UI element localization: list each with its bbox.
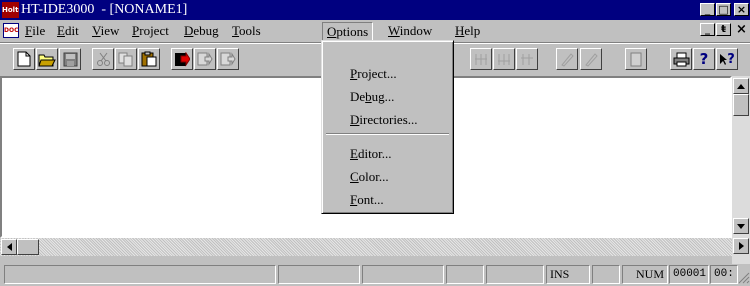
- arrow-down-icon: [737, 223, 745, 229]
- app-icon-text: Holtek: [2, 6, 19, 14]
- maximize-button[interactable]: □: [716, 3, 731, 16]
- status-pane-1: [278, 265, 360, 284]
- menu-tools[interactable]: Tools: [228, 22, 265, 40]
- maximize-icon: □: [718, 3, 729, 16]
- menu-item-color[interactable]: Color...: [350, 168, 389, 186]
- status-num: NUM: [622, 265, 668, 284]
- menu-debug[interactable]: Debug: [180, 22, 223, 40]
- status-pane-4: [486, 265, 544, 284]
- memory-button[interactable]: [625, 48, 647, 70]
- build-all-icon: [220, 51, 236, 66]
- scroll-left-button[interactable]: [1, 239, 17, 255]
- menu-item-editor[interactable]: Editor...: [350, 145, 392, 163]
- minimize-button[interactable]: _: [700, 3, 715, 16]
- clear-breakpoint-button[interactable]: [580, 48, 602, 70]
- context-help-button[interactable]: ?: [716, 48, 738, 70]
- step-over-button[interactable]: [493, 48, 515, 70]
- vertical-scroll-thumb[interactable]: [733, 94, 749, 116]
- step-out-button[interactable]: [516, 48, 538, 70]
- status-line: 00001: [669, 265, 709, 284]
- horizontal-scroll-thumb[interactable]: [17, 239, 39, 255]
- doc-restore-icon: ŧ: [721, 24, 726, 35]
- status-column: 00:: [710, 265, 738, 284]
- vertical-scrollbar[interactable]: [732, 76, 750, 264]
- help-icon: ?: [699, 50, 709, 68]
- document-icon[interactable]: DOC: [3, 23, 19, 38]
- horizontal-scrollbar[interactable]: [0, 238, 732, 256]
- close-button[interactable]: ×: [734, 3, 749, 16]
- menu-help[interactable]: Help: [451, 22, 484, 40]
- menu-item-directories[interactable]: Directories...: [350, 111, 418, 129]
- save-icon: [63, 52, 77, 66]
- open-file-button[interactable]: [36, 48, 58, 70]
- options-dropdown: Project... Debug... Directories... Edito…: [321, 40, 454, 214]
- step-into-button[interactable]: [470, 48, 492, 70]
- menu-bar: DOC File Edit View Project Debug Tools O…: [0, 21, 750, 42]
- printer-icon: [673, 52, 689, 66]
- doc-close-button[interactable]: ×: [736, 22, 747, 37]
- step-out-icon: [521, 53, 533, 65]
- save-button[interactable]: [59, 48, 81, 70]
- breakpoint-icon: [561, 52, 574, 67]
- arrow-up-icon: [737, 83, 745, 89]
- status-pane-3: [446, 265, 484, 284]
- status-caps: [592, 265, 620, 284]
- copy-icon: [118, 52, 133, 66]
- status-message: [4, 265, 276, 284]
- minimize-icon: _: [704, 3, 711, 16]
- help-button[interactable]: ?: [693, 48, 715, 70]
- menu-file[interactable]: File: [21, 22, 49, 40]
- menu-project[interactable]: Project: [128, 22, 173, 40]
- step-over-icon: [498, 53, 510, 65]
- status-pane-2: [362, 265, 444, 284]
- paste-button[interactable]: [138, 48, 160, 70]
- breakpoint-button[interactable]: [556, 48, 578, 70]
- doc-minimize-icon: _: [705, 24, 710, 35]
- status-bar: INS NUM 00001 00:: [0, 262, 750, 286]
- doc-minimize-button[interactable]: _: [700, 23, 715, 36]
- window-title: HT-IDE3000 - [NONAME1]: [21, 2, 188, 17]
- arrow-left-icon: [6, 243, 12, 251]
- cut-button[interactable]: [92, 48, 114, 70]
- menu-view[interactable]: View: [88, 22, 123, 40]
- clear-breakpoint-icon: [585, 52, 598, 67]
- step-into-icon: [475, 53, 487, 65]
- menu-item-debug[interactable]: Debug...: [350, 88, 394, 106]
- doc-restore-button[interactable]: ŧ: [716, 23, 731, 36]
- scroll-down-button[interactable]: [733, 218, 749, 234]
- menu-item-project[interactable]: Project...: [350, 65, 397, 83]
- menu-window[interactable]: Window: [384, 22, 436, 40]
- resize-grip-icon: [738, 272, 750, 284]
- memory-icon: [630, 52, 642, 66]
- copy-button[interactable]: [115, 48, 137, 70]
- new-file-icon: [17, 51, 31, 67]
- status-ins: INS: [546, 265, 590, 284]
- doc-close-icon: ×: [736, 22, 747, 37]
- context-help-icon: ?: [727, 51, 735, 67]
- arrow-right-icon: [738, 242, 744, 250]
- new-file-button[interactable]: [13, 48, 35, 70]
- menu-options[interactable]: Options: [322, 22, 374, 42]
- open-folder-icon: [38, 54, 56, 66]
- print-button[interactable]: [670, 48, 692, 70]
- build-all-button[interactable]: [217, 48, 239, 70]
- scroll-right-button[interactable]: [733, 238, 749, 254]
- paste-icon: [141, 51, 157, 67]
- build-icon: [175, 51, 190, 67]
- app-icon[interactable]: Holtek: [2, 2, 19, 18]
- rebuild-icon: [197, 51, 213, 66]
- close-icon: ×: [736, 3, 747, 16]
- arrow-cursor-icon: [720, 54, 728, 65]
- rebuild-button[interactable]: [194, 48, 216, 70]
- menu-separator: [326, 133, 449, 135]
- scissors-icon: [96, 52, 110, 66]
- build-button[interactable]: [171, 48, 193, 70]
- title-bar[interactable]: Holtek HT-IDE3000 - [NONAME1] _ □ ×: [0, 0, 750, 20]
- document-icon-text: DOC: [4, 27, 19, 34]
- menu-item-font[interactable]: Font...: [350, 191, 384, 209]
- menu-edit[interactable]: Edit: [53, 22, 83, 40]
- scroll-up-button[interactable]: [733, 78, 749, 94]
